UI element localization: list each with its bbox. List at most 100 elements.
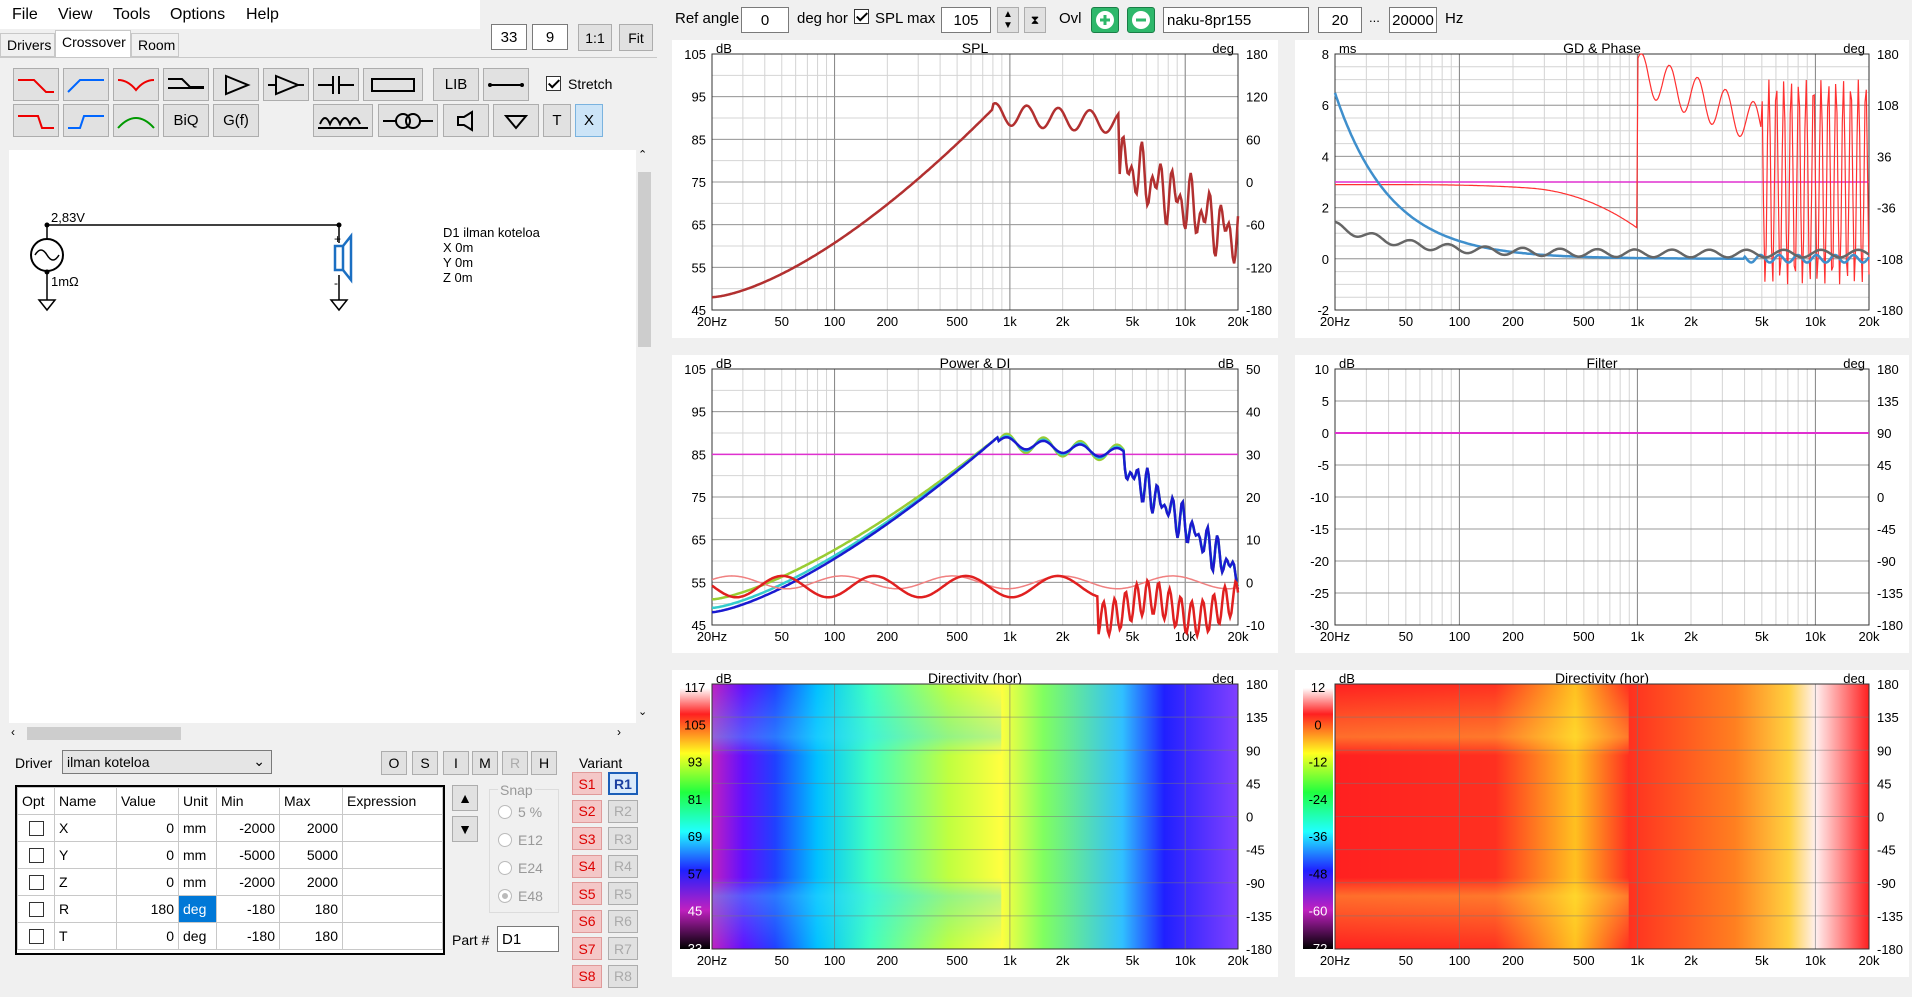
scroll-down-icon[interactable]: ⌄: [638, 705, 647, 718]
i-button[interactable]: I: [443, 751, 469, 775]
param-value[interactable]: 0: [116, 814, 179, 842]
snap-option[interactable]: E24: [498, 860, 543, 876]
schematic-vscrollbar[interactable]: ⌃ ⌄: [636, 149, 653, 723]
param-unit[interactable]: deg: [178, 922, 217, 950]
variant-r-button[interactable]: R3: [608, 827, 638, 850]
stretch-checkbox[interactable]: [546, 76, 561, 94]
variant-s-button[interactable]: S6: [572, 909, 602, 933]
spl-auto-button[interactable]: ⧗: [1024, 7, 1046, 33]
directivity-normalized-chart[interactable]: Directivity (hor) dB deg 180 135 90 45 0 -45 -90-…: [1295, 670, 1909, 977]
view-value-2[interactable]: 9: [532, 24, 568, 50]
capacitor-button[interactable]: [313, 68, 359, 101]
driver-select[interactable]: ilman koteloa ⌄: [62, 750, 272, 774]
h-button[interactable]: H: [531, 751, 557, 775]
part-input[interactable]: D1: [497, 926, 559, 952]
tab-drivers[interactable]: Drivers: [0, 33, 55, 57]
directivity-spl-chart[interactable]: Directivity (hor) dB deg 180 135 90 45 0 -45 -90-…: [672, 670, 1278, 977]
overlay-name-input[interactable]: naku-8pr155: [1163, 7, 1309, 33]
o-button[interactable]: O: [381, 751, 407, 775]
amp-button[interactable]: [213, 68, 259, 101]
highpass-blue-button[interactable]: [63, 68, 109, 101]
param-value[interactable]: 180: [116, 895, 179, 923]
param-unit[interactable]: mm: [178, 841, 217, 869]
param-max[interactable]: 180: [279, 895, 343, 923]
param-max[interactable]: 2000: [279, 814, 343, 842]
freq-high-input[interactable]: 20000: [1389, 7, 1437, 33]
param-value[interactable]: 0: [116, 868, 179, 896]
variant-r-button[interactable]: R2: [608, 799, 638, 823]
speaker-button[interactable]: [443, 104, 489, 137]
shelf-button[interactable]: [163, 68, 209, 101]
variant-s-button[interactable]: S3: [572, 827, 602, 850]
param-max[interactable]: 5000: [279, 841, 343, 869]
highpass-blue2-button[interactable]: [63, 104, 109, 137]
opt-checkbox[interactable]: [17, 814, 55, 842]
spl-spin-button[interactable]: ▲ ▼: [997, 7, 1019, 33]
delete-button[interactable]: X: [575, 104, 603, 137]
param-expression[interactable]: [342, 922, 443, 950]
param-value[interactable]: 0: [116, 841, 179, 869]
variant-r-button[interactable]: R6: [608, 909, 638, 933]
buffer-button[interactable]: [263, 68, 309, 101]
opt-checkbox[interactable]: [17, 868, 55, 896]
param-expression[interactable]: [342, 868, 443, 896]
schematic-hscrollbar[interactable]: ‹ ›: [9, 723, 636, 744]
param-unit[interactable]: deg: [178, 895, 217, 923]
r-button[interactable]: R: [502, 751, 528, 775]
param-min[interactable]: -2000: [216, 868, 280, 896]
param-unit[interactable]: mm: [178, 814, 217, 842]
ref-angle-input[interactable]: 0: [741, 7, 789, 33]
biquad-button[interactable]: BiQ: [163, 104, 209, 137]
variant-s-button[interactable]: S2: [572, 799, 602, 823]
power-di-chart[interactable]: Power & DI dB dB 105 95 85 75 65 55 45 50 40 30 20 10 0…: [672, 355, 1278, 653]
menu-options[interactable]: Options: [170, 6, 225, 24]
opt-checkbox[interactable]: [17, 841, 55, 869]
variant-s-button[interactable]: S5: [572, 882, 602, 905]
variant-s-button[interactable]: S8: [572, 964, 602, 988]
gd-phase-chart[interactable]: GD & Phase ms deg 8 6 4 2 0 -2 180 108 36 -36 -108 -18…: [1295, 40, 1909, 338]
opt-checkbox[interactable]: [17, 922, 55, 950]
param-min[interactable]: -180: [216, 922, 280, 950]
lowpass-red2-button[interactable]: [13, 104, 59, 137]
menu-help[interactable]: Help: [246, 6, 279, 24]
variant-s-button[interactable]: S7: [572, 937, 602, 960]
param-expression[interactable]: [342, 895, 443, 923]
schematic-canvas[interactable]: 2,83V 1mΩ + - D1 ilman koteloa X 0m Y 0m…: [9, 150, 636, 723]
transformer-button[interactable]: [378, 104, 438, 137]
move-up-button[interactable]: ▲: [452, 785, 478, 811]
snap-option[interactable]: 5 %: [498, 804, 542, 820]
variant-r-button[interactable]: R1: [608, 772, 638, 795]
param-max[interactable]: 2000: [279, 868, 343, 896]
tab-room[interactable]: Room: [131, 33, 179, 57]
text-button[interactable]: T: [543, 104, 571, 137]
freq-low-input[interactable]: 20: [1318, 7, 1362, 33]
m-button[interactable]: M: [472, 751, 498, 775]
variant-r-button[interactable]: R5: [608, 882, 638, 905]
variant-r-button[interactable]: R8: [608, 964, 638, 988]
snap-option[interactable]: E12: [498, 832, 543, 848]
opt-checkbox[interactable]: [17, 895, 55, 923]
bandpass-green-button[interactable]: [113, 104, 159, 137]
param-min[interactable]: -180: [216, 895, 280, 923]
tab-crossover[interactable]: Crossover: [55, 30, 131, 58]
add-overlay-button[interactable]: [1091, 7, 1119, 33]
remove-overlay-button[interactable]: [1127, 7, 1155, 33]
resistor-button[interactable]: [363, 68, 423, 101]
param-expression[interactable]: [342, 814, 443, 842]
param-min[interactable]: -2000: [216, 814, 280, 842]
ratio-button[interactable]: 1:1: [578, 24, 612, 51]
fit-button[interactable]: Fit: [619, 24, 653, 51]
hscroll-thumb[interactable]: [27, 727, 181, 740]
spl-chart[interactable]: SPL dB deg 105 95 85 75 65 55 45 180 120 60 0 -60 -120-…: [672, 40, 1278, 338]
param-unit[interactable]: mm: [178, 868, 217, 896]
menu-view[interactable]: View: [58, 6, 92, 24]
menu-file[interactable]: File: [12, 6, 38, 24]
scroll-left-icon[interactable]: ‹: [11, 725, 15, 739]
param-max[interactable]: 180: [279, 922, 343, 950]
spl-max-input[interactable]: 105: [941, 7, 991, 33]
s-button[interactable]: S: [412, 751, 438, 775]
filter-chart[interactable]: Filter dB deg 10 5 0 -5 -10 -15 -20 -25 -30 180 135 90…: [1295, 355, 1909, 653]
param-expression[interactable]: [342, 841, 443, 869]
move-down-button[interactable]: ▼: [452, 816, 478, 842]
wire-button[interactable]: [483, 68, 529, 101]
